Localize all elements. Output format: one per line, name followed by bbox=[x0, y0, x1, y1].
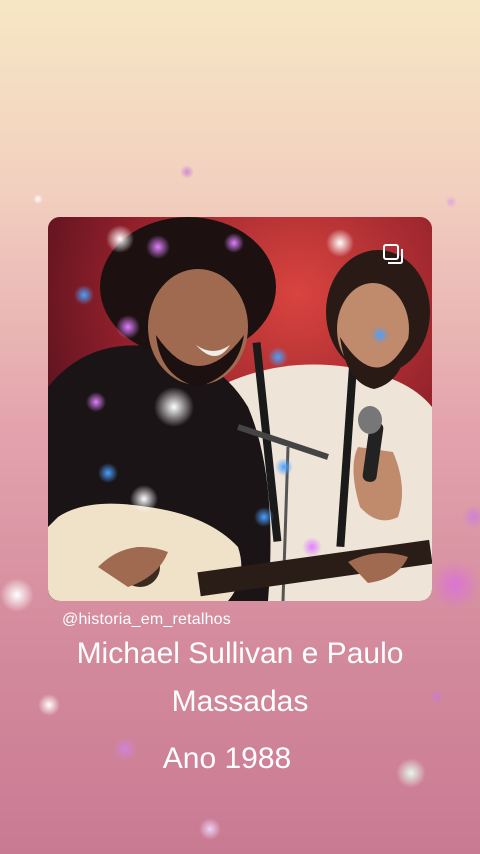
sparkle bbox=[0, 578, 34, 612]
sparkle bbox=[462, 505, 480, 529]
sparkle bbox=[33, 194, 43, 204]
musicians-illustration bbox=[48, 217, 432, 601]
title-line-1: Michael Sullivan e Paulo bbox=[76, 637, 404, 670]
year-caption: Ano 1988 bbox=[162, 742, 292, 775]
sparkle bbox=[199, 818, 221, 840]
copy-icon bbox=[382, 243, 404, 265]
sparkle bbox=[445, 196, 457, 208]
post-photo bbox=[48, 217, 432, 601]
sparkle bbox=[430, 560, 480, 610]
post-title: Michael Sullivan e Paulo Massadas bbox=[0, 633, 480, 723]
title-line-2: Massadas bbox=[171, 685, 309, 718]
account-handle: @historia_em_retalhos bbox=[62, 611, 231, 628]
sparkle bbox=[180, 165, 194, 179]
